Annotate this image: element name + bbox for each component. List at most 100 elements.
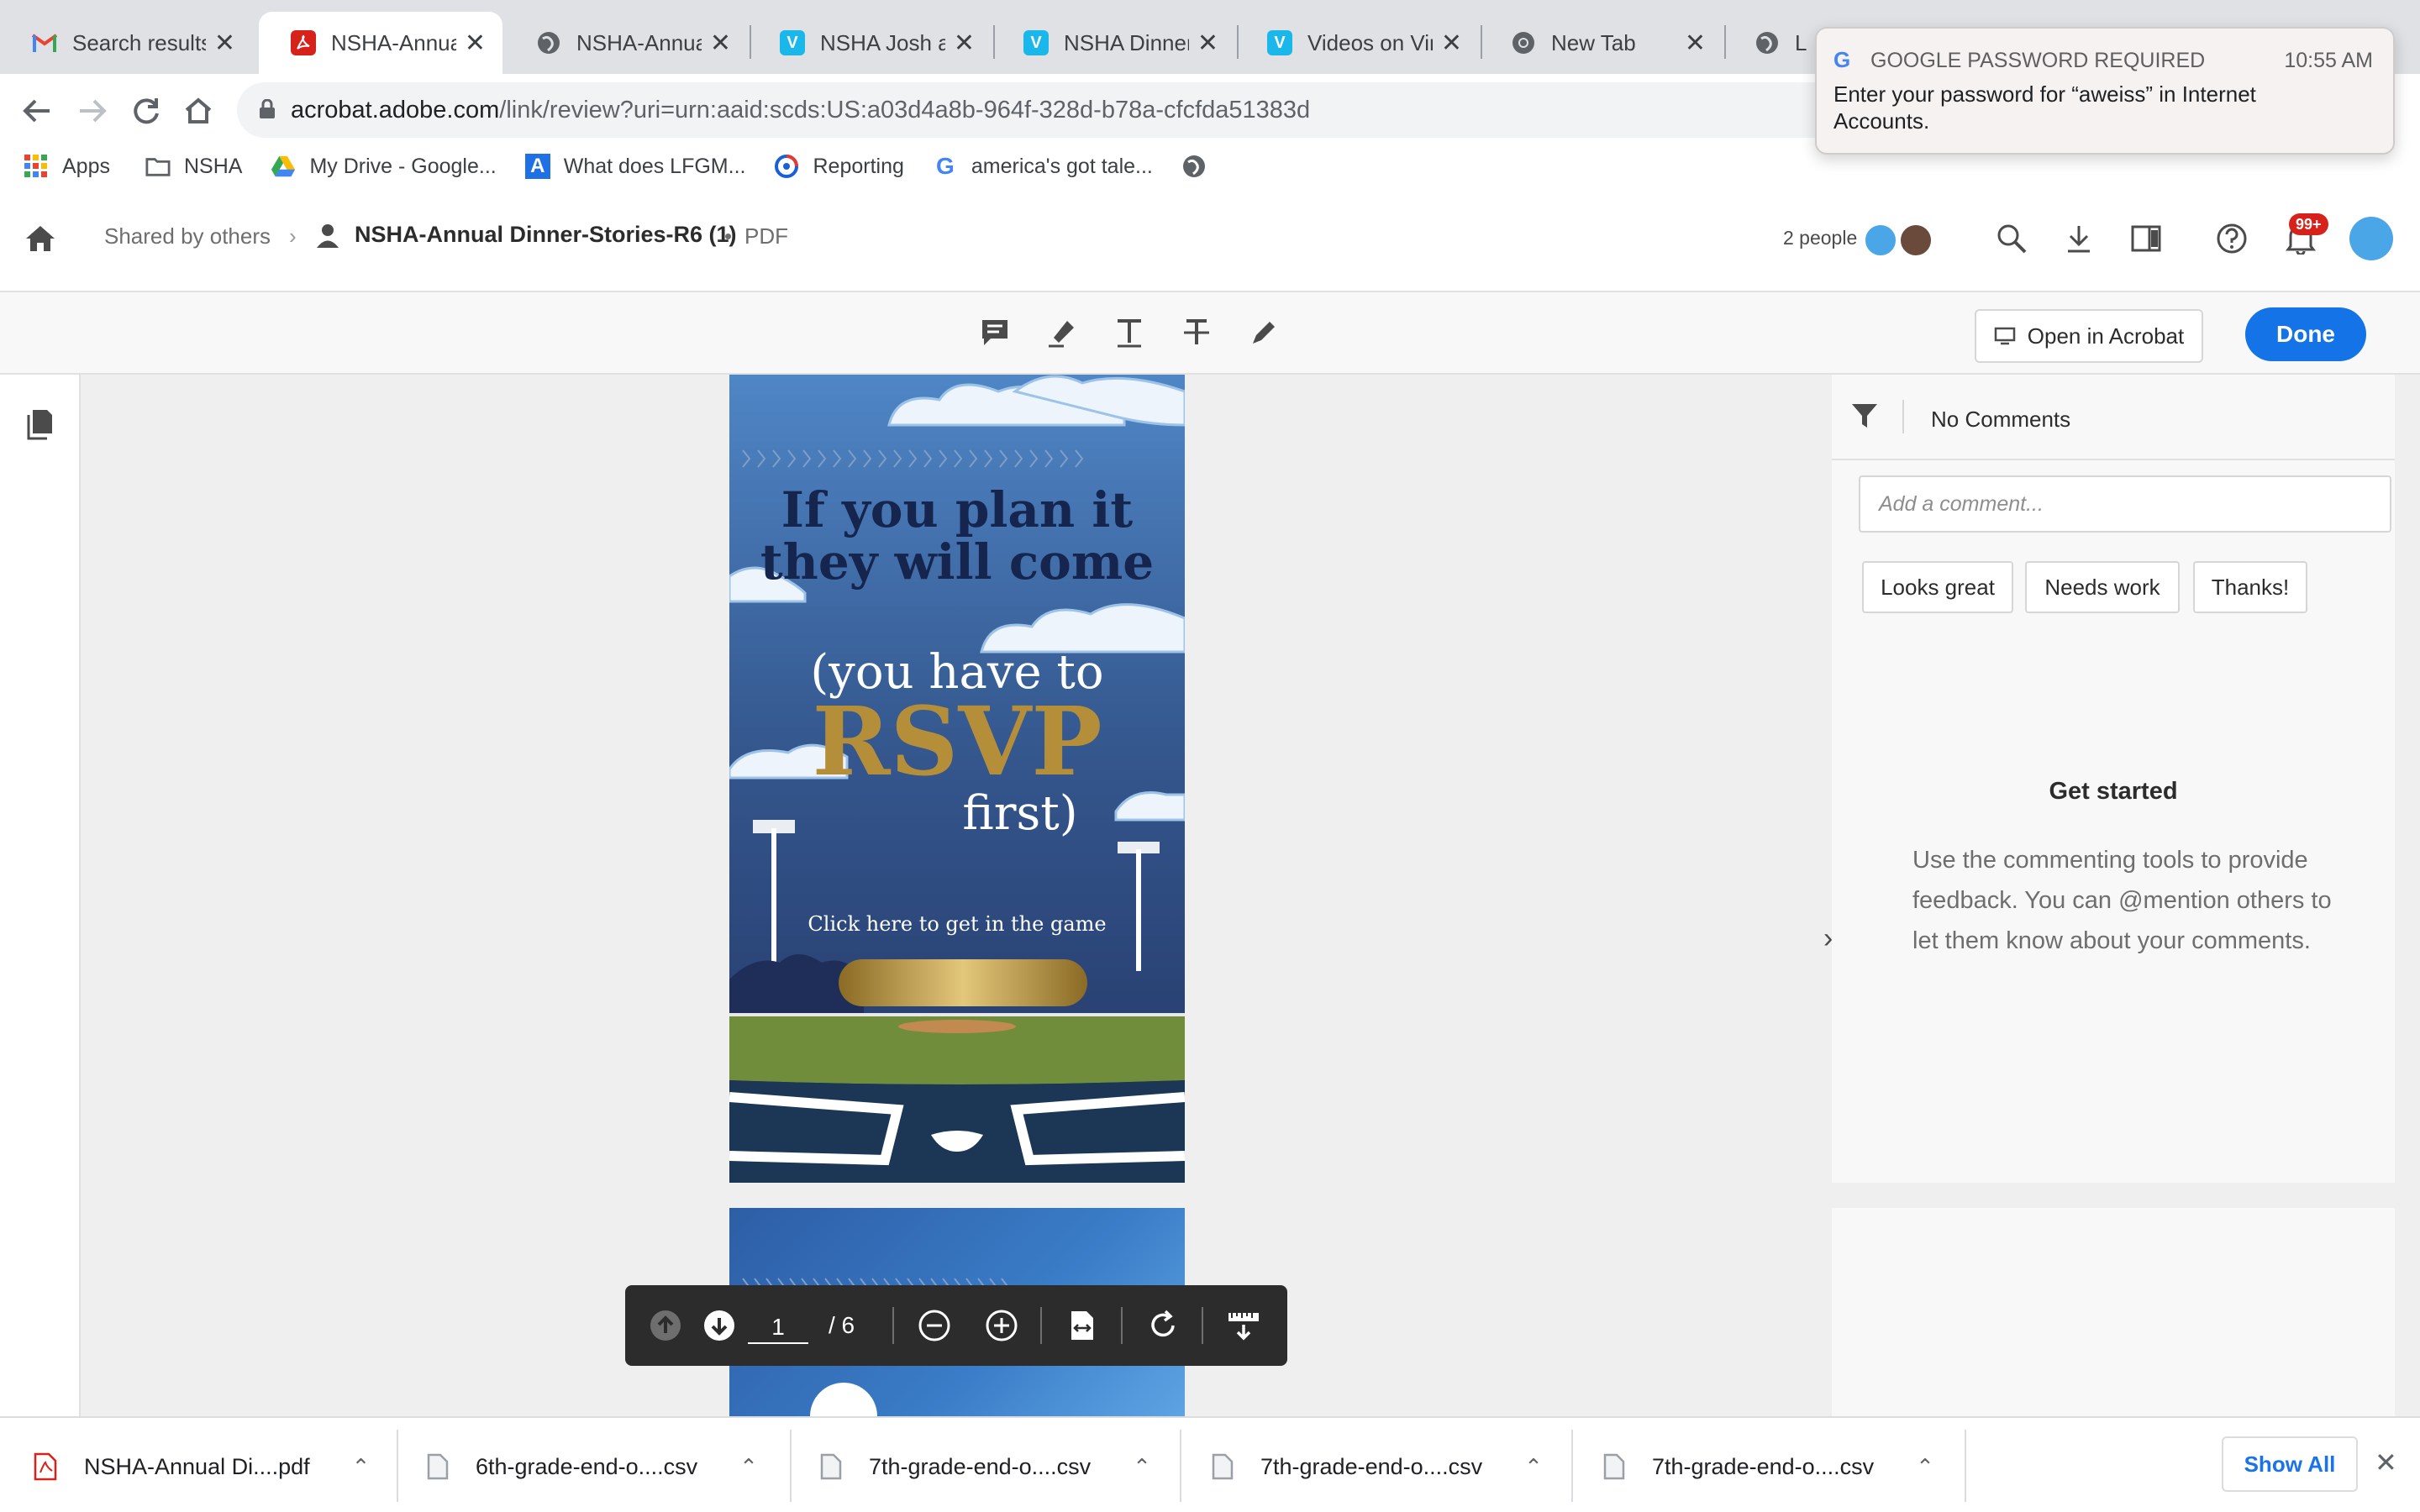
strikethrough-icon[interactable] [1178, 314, 1215, 351]
filter-icon[interactable] [1850, 402, 1879, 434]
bookmark-globe[interactable] [1181, 154, 1220, 179]
pencil-icon[interactable] [1245, 314, 1282, 351]
document-type: PDF [744, 223, 788, 249]
tab-log[interactable]: Log [1723, 12, 1823, 74]
apps-grid-icon [24, 154, 49, 179]
download-item[interactable]: 6th-grade-end-o....csv ⌃ [427, 1443, 758, 1490]
tab-nsha-dinner[interactable]: V NSHA Dinner 2 ✕ [992, 12, 1235, 74]
done-button[interactable]: Done [2245, 307, 2366, 361]
bookmark-my-drive[interactable]: My Drive - Google... [271, 154, 497, 179]
download-icon[interactable] [2059, 218, 2099, 259]
reload-icon[interactable] [121, 86, 171, 136]
pdf-page-1[interactable]: If you plan it they will come (you have … [729, 375, 1185, 1183]
show-all-downloads-button[interactable]: Show All [2222, 1436, 2358, 1492]
filter-divider [1902, 400, 1904, 433]
password-notification[interactable]: G GOOGLE PASSWORD REQUIRED 10:55 AM Ente… [1815, 27, 2395, 155]
download-item[interactable]: NSHA-Annual Di....pdf ⌃ [34, 1443, 370, 1490]
panel-divider [1832, 459, 2395, 460]
shared-user-icon [316, 223, 343, 253]
download-item[interactable]: 7th-grade-end-o....csv ⌃ [820, 1443, 1151, 1490]
avatar[interactable] [1899, 223, 1933, 257]
bookmark-apps[interactable]: Apps [24, 154, 110, 179]
close-icon[interactable]: ✕ [1197, 29, 1218, 58]
avatar[interactable] [2349, 217, 2393, 260]
chevron-up-icon[interactable]: ⌃ [1524, 1454, 1543, 1480]
zoom-out-icon[interactable] [914, 1305, 955, 1346]
folder-icon [145, 154, 171, 179]
download-filename: 7th-grade-end-o....csv [1260, 1453, 1483, 1479]
comment-icon[interactable] [976, 314, 1013, 351]
tab-search-results[interactable]: Search results ✕ [0, 12, 252, 74]
bookmark-reporting[interactable]: Reporting [774, 154, 904, 179]
highlighter-icon[interactable] [1044, 314, 1081, 351]
close-icon[interactable]: ✕ [214, 29, 235, 58]
notification-time: 10:55 AM [2284, 49, 2373, 72]
scroll-mode-icon[interactable] [1223, 1305, 1264, 1346]
home-icon[interactable] [173, 86, 224, 136]
search-icon[interactable] [1991, 218, 2032, 259]
quick-reply-looks-great[interactable]: Looks great [1862, 561, 2013, 613]
quick-reply-thanks[interactable]: Thanks! [2193, 561, 2307, 613]
close-icon[interactable]: ✕ [710, 29, 731, 58]
annotation-toolbar: Open in Acrobat Done [0, 292, 2420, 375]
csv-file-icon [427, 1453, 449, 1480]
next-page-icon[interactable] [699, 1305, 739, 1346]
add-comment-input[interactable]: Add a comment... [1859, 475, 2391, 533]
download-item[interactable]: 7th-grade-end-o....csv ⌃ [1212, 1443, 1543, 1490]
quick-reply-needs-work[interactable]: Needs work [2025, 561, 2180, 613]
bookmark-label: Reporting [813, 154, 904, 178]
breadcrumb-shared-by-others[interactable]: Shared by others [104, 223, 271, 249]
panel-toggle-icon[interactable] [2126, 218, 2166, 259]
close-icon[interactable]: ✕ [2375, 1446, 2397, 1478]
close-icon[interactable]: ✕ [465, 29, 486, 58]
chevron-up-icon[interactable]: ⌃ [1133, 1454, 1151, 1480]
close-icon[interactable]: ✕ [954, 29, 975, 58]
back-icon[interactable] [12, 86, 62, 136]
letter-a-icon: A [524, 154, 550, 179]
tab-nsha-annual-2[interactable]: NSHA-Annual ✕ [504, 12, 748, 74]
globe-icon [1754, 30, 1780, 55]
url-path: /link/review?uri=urn:aaid:scds:US:a03d4a… [499, 96, 1311, 123]
url-domain: acrobat.adobe.com [291, 96, 500, 123]
forward-icon[interactable] [67, 86, 118, 136]
chevron-up-icon[interactable]: ⌃ [1916, 1454, 1934, 1480]
collapse-chevron-icon[interactable]: › [1823, 922, 1833, 955]
tab-title: Search results [72, 29, 206, 55]
open-in-acrobat-button[interactable]: Open in Acrobat [1975, 309, 2203, 363]
page-number-input[interactable]: 1 [748, 1310, 808, 1344]
help-icon[interactable] [2212, 218, 2252, 259]
comments-panel: No Comments Add a comment... Looks great… [1823, 375, 2395, 1183]
tab-new-tab[interactable]: New Tab ✕ [1479, 12, 1723, 74]
close-icon[interactable]: ✕ [1685, 29, 1706, 58]
shelf-divider [1571, 1430, 1573, 1502]
tab-nsha-annual-active[interactable]: NSHA-Annual ✕ [259, 12, 502, 74]
download-item[interactable]: 7th-grade-end-o....csv ⌃ [1603, 1443, 1934, 1490]
close-icon[interactable]: ✕ [1441, 29, 1462, 58]
vimeo-icon: V [780, 30, 805, 55]
previous-page-icon[interactable] [645, 1305, 686, 1346]
chevron-up-icon[interactable]: ⌃ [352, 1454, 371, 1480]
toolbar-divider [1121, 1307, 1123, 1344]
text-icon[interactable] [1111, 314, 1148, 351]
lock-icon [260, 99, 275, 118]
globe-icon [536, 30, 561, 55]
home-icon[interactable] [20, 218, 60, 259]
zoom-in-icon[interactable] [981, 1305, 1022, 1346]
bookmark-label: NSHA [183, 154, 243, 178]
left-rail [0, 375, 81, 1416]
avatar[interactable] [1864, 223, 1897, 257]
rsvp-text: RSVP [812, 687, 1102, 797]
chevron-up-icon[interactable]: ⌃ [739, 1454, 758, 1480]
bookmark-lfgm[interactable]: A What does LFGM... [524, 154, 745, 179]
toolbar-divider [892, 1307, 894, 1344]
fit-width-icon[interactable] [1062, 1305, 1102, 1346]
rotate-icon[interactable] [1143, 1305, 1183, 1346]
bookmark-agt[interactable]: G america's got tale... [933, 153, 1153, 179]
notification-body: Enter your password for “aweiss” in Inte… [1833, 81, 2256, 134]
tab-title: New Tab [1551, 29, 1636, 55]
bookmark-nsha[interactable]: NSHA [145, 154, 242, 179]
pages-icon[interactable] [25, 408, 54, 444]
people-count[interactable]: 2 people [1783, 227, 1857, 249]
tab-nsha-josh[interactable]: V NSHA Josh an ✕ [748, 12, 992, 74]
tab-videos-on-vimeo[interactable]: V Videos on Vim ✕ [1235, 12, 1479, 74]
